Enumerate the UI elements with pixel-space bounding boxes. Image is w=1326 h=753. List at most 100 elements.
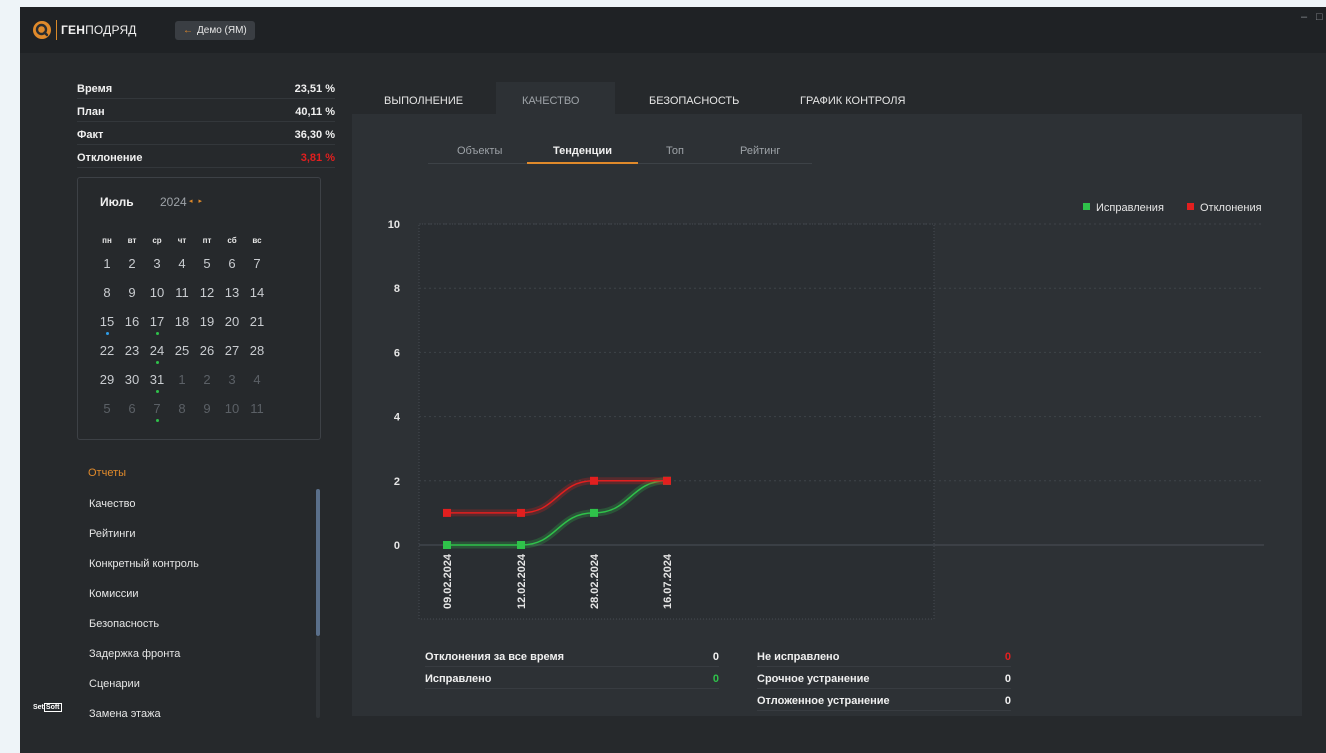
- subtab-1[interactable]: Тенденции: [553, 145, 612, 157]
- report-link[interactable]: Рейтинги: [89, 528, 136, 540]
- report-link[interactable]: Безопасность: [89, 618, 159, 630]
- calendar-weekday: пт: [202, 236, 212, 245]
- summary-row: Не исправлено 0: [757, 651, 1011, 667]
- logo-icon: [33, 21, 51, 39]
- calendar-day[interactable]: 6: [220, 256, 244, 271]
- calendar-day[interactable]: 9: [195, 401, 219, 416]
- summary-row: Отклонения за все время 0: [425, 651, 719, 667]
- summary-label: Отклонения за все время: [425, 651, 565, 663]
- calendar-day[interactable]: 4: [245, 372, 269, 387]
- calendar-weekday: вт: [127, 236, 137, 245]
- calendar-day[interactable]: 11: [170, 285, 194, 300]
- summary-value: 0: [712, 673, 719, 685]
- y-tick-label: 10: [388, 219, 400, 231]
- y-tick-label: 2: [394, 476, 400, 488]
- stat-divider: [77, 144, 335, 145]
- x-tick-label: 16.07.2024: [662, 553, 674, 609]
- app-logo-text: ГЕНПОДРЯД: [61, 23, 137, 37]
- calendar-day[interactable]: 2: [195, 372, 219, 387]
- stat-row: Отклонение 3,81 %: [77, 152, 335, 168]
- calendar-day[interactable]: 30: [120, 372, 144, 387]
- calendar-day[interactable]: 3: [220, 372, 244, 387]
- calendar-day[interactable]: 18: [170, 314, 194, 329]
- tab-2[interactable]: БЕЗОПАСНОСТЬ: [649, 95, 739, 107]
- calendar-day[interactable]: 1: [170, 372, 194, 387]
- calendar-day[interactable]: 1: [95, 256, 119, 271]
- data-point: [663, 476, 671, 485]
- x-tick-label: 09.02.2024: [442, 553, 454, 609]
- calendar-day[interactable]: 26: [195, 343, 219, 358]
- brand-logo: Set Soft: [33, 703, 62, 712]
- summary-row: Срочное устранение 0: [757, 673, 1011, 689]
- calendar-day[interactable]: 29: [95, 372, 119, 387]
- summary-value: 0: [1004, 695, 1011, 707]
- calendar-day[interactable]: 15: [95, 314, 119, 329]
- calendar-year[interactable]: 2024: [160, 195, 187, 209]
- calendar-month[interactable]: Июль: [100, 195, 134, 209]
- stat-row: Время 23,51 %: [77, 83, 335, 99]
- calendar-day[interactable]: 12: [195, 285, 219, 300]
- calendar-day[interactable]: 21: [245, 314, 269, 329]
- calendar-day[interactable]: 23: [120, 343, 144, 358]
- calendar-day[interactable]: 20: [220, 314, 244, 329]
- calendar-day[interactable]: 10: [220, 401, 244, 416]
- calendar-day[interactable]: 13: [220, 285, 244, 300]
- data-point: [443, 508, 451, 517]
- calendar-event-dot: [105, 332, 109, 335]
- calendar-day[interactable]: 14: [245, 285, 269, 300]
- calendar-day[interactable]: 27: [220, 343, 244, 358]
- calendar-day[interactable]: 11: [245, 401, 269, 416]
- x-tick-label: 28.02.2024: [589, 553, 601, 609]
- calendar-day[interactable]: 17: [145, 314, 169, 329]
- stat-row: План 40,11 %: [77, 106, 335, 122]
- calendar-day[interactable]: 10: [145, 285, 169, 300]
- summary-label: Не исправлено: [757, 651, 840, 663]
- summary-label: Отложенное устранение: [757, 695, 890, 707]
- stat-divider: [77, 98, 335, 99]
- report-link[interactable]: Задержка фронта: [89, 648, 180, 660]
- calendar-day[interactable]: 7: [245, 256, 269, 271]
- calendar-day[interactable]: 5: [195, 256, 219, 271]
- calendar-nav-arrows-icon[interactable]: ◂ ▸: [189, 197, 204, 205]
- summary-divider: [425, 688, 719, 689]
- subtab-2[interactable]: Топ: [666, 145, 684, 157]
- tab-1[interactable]: КАЧЕСТВО: [522, 95, 579, 107]
- calendar-day[interactable]: 6: [120, 401, 144, 416]
- tab-0[interactable]: ВЫПОЛНЕНИЕ: [384, 95, 463, 107]
- calendar-day[interactable]: 8: [170, 401, 194, 416]
- calendar-day[interactable]: 25: [170, 343, 194, 358]
- plot-area: [418, 223, 935, 620]
- summary-label: Исправлено: [425, 673, 492, 685]
- calendar-day[interactable]: 22: [95, 343, 119, 358]
- report-link[interactable]: Сценарии: [89, 678, 140, 690]
- tab-3[interactable]: ГРАФИК КОНТРОЛЯ: [800, 95, 905, 107]
- calendar-day[interactable]: 28: [245, 343, 269, 358]
- subtab-0[interactable]: Объекты: [457, 145, 502, 157]
- summary-row: Отложенное устранение 0: [757, 695, 1011, 711]
- back-button-label: Демо (ЯМ): [197, 25, 247, 36]
- calendar-day[interactable]: 4: [170, 256, 194, 271]
- minimize-icon[interactable]: –: [1301, 11, 1307, 23]
- reports-scrollbar[interactable]: [316, 489, 320, 636]
- report-link[interactable]: Качество: [89, 498, 136, 510]
- maximize-icon[interactable]: □: [1316, 11, 1323, 23]
- calendar-event-dot: [155, 361, 159, 364]
- report-link[interactable]: Замена этажа: [89, 708, 161, 720]
- calendar-weekday: чт: [177, 236, 187, 245]
- calendar-day[interactable]: 16: [120, 314, 144, 329]
- report-link[interactable]: Комиссии: [89, 588, 139, 600]
- report-link[interactable]: Конкретный контроль: [89, 558, 199, 570]
- back-button[interactable]: ← Демо (ЯМ): [175, 21, 255, 40]
- calendar-day[interactable]: 2: [120, 256, 144, 271]
- calendar-day[interactable]: 7: [145, 401, 169, 416]
- calendar-day[interactable]: 3: [145, 256, 169, 271]
- calendar-day[interactable]: 19: [195, 314, 219, 329]
- calendar-day[interactable]: 24: [145, 343, 169, 358]
- calendar-day[interactable]: 5: [95, 401, 119, 416]
- data-point: [517, 541, 525, 549]
- calendar-day[interactable]: 8: [95, 285, 119, 300]
- subtab-3[interactable]: Рейтинг: [740, 145, 780, 157]
- calendar-day[interactable]: 9: [120, 285, 144, 300]
- calendar-day[interactable]: 31: [145, 372, 169, 387]
- calendar-weekday: сб: [227, 236, 237, 245]
